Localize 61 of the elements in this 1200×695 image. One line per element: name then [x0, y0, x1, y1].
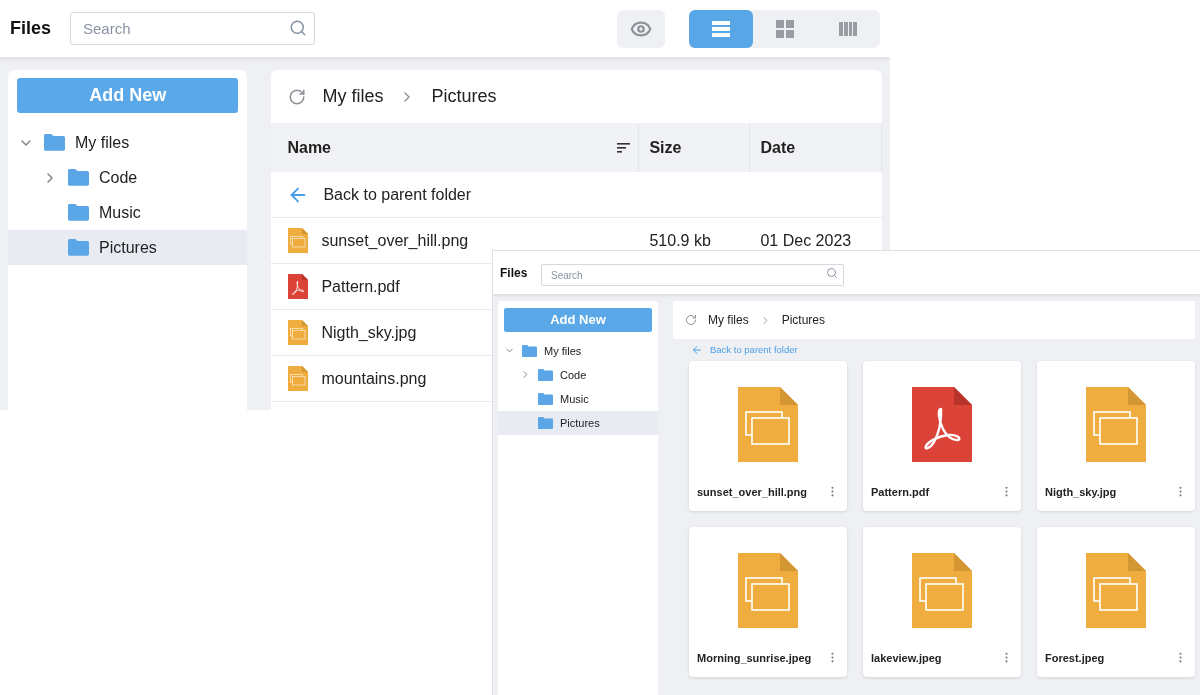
table-cell: 01 Dec 2023	[760, 231, 852, 249]
breadcrumb-item[interactable]: My files	[708, 311, 749, 329]
image-file-icon	[1086, 386, 1146, 462]
grid-view-icon	[775, 19, 794, 38]
folder-icon	[522, 344, 537, 357]
folder-icon	[538, 392, 553, 405]
app-title: Files	[10, 17, 53, 40]
file-name: Morning_sunrise.jpeg	[697, 650, 813, 666]
file-name[interactable]: mountains.png	[321, 366, 427, 391]
search-icon	[289, 19, 307, 37]
image-file-icon	[738, 552, 798, 628]
view-mode-button[interactable]	[689, 9, 753, 48]
folder-icon	[68, 239, 89, 256]
file-name: Nigth_sky.jpg	[1045, 484, 1118, 500]
pdf-file-icon	[912, 386, 972, 462]
image-file-icon	[288, 320, 309, 345]
tree-item[interactable]: Pictures	[498, 410, 658, 435]
file-card[interactable]: sunset_over_hill.png	[689, 361, 847, 511]
column-header[interactable]: Size	[649, 135, 750, 160]
image-file-icon	[288, 366, 309, 391]
refresh-icon[interactable]	[288, 87, 307, 106]
list-view-icon	[711, 20, 730, 37]
file-card[interactable]: Morning_sunrise.jpeg	[689, 527, 847, 677]
folder-icon	[44, 134, 65, 151]
folder-icon	[68, 169, 89, 186]
file-card[interactable]: Pattern.pdf	[863, 361, 1021, 511]
file-name[interactable]: Nigth_sky.jpg	[321, 320, 417, 345]
breadcrumb-item[interactable]: Pictures	[431, 83, 497, 110]
breadcrumb-item[interactable]: Pictures	[781, 311, 826, 329]
file-card[interactable]: Nigth_sky.jpg	[1037, 361, 1195, 511]
column-header[interactable]: Name	[287, 135, 618, 160]
back-arrow-icon	[691, 344, 703, 356]
file-card[interactable]: lakeview.jpeg	[863, 527, 1021, 677]
folder-icon	[538, 416, 553, 429]
file-name[interactable]: Pattern.pdf	[321, 274, 400, 299]
file-name: Forest.jpeg	[1045, 650, 1106, 666]
image-file-icon	[288, 228, 309, 253]
folder-icon	[538, 368, 553, 381]
column-header[interactable]: Date	[760, 135, 881, 160]
search-icon	[826, 266, 838, 279]
breadcrumb-item[interactable]: My files	[322, 83, 384, 110]
folder-icon	[68, 204, 89, 221]
file-card[interactable]: Forest.jpeg	[1037, 527, 1195, 677]
file-name: sunset_over_hill.png	[697, 484, 809, 500]
back-row[interactable]: Back to parent folder	[271, 172, 882, 218]
search-field[interactable]: Search	[70, 12, 315, 45]
app-title: Files	[500, 264, 529, 282]
refresh-icon[interactable]	[685, 314, 697, 326]
search-field[interactable]: Search	[541, 264, 844, 286]
tree-item[interactable]: Pictures	[8, 230, 248, 265]
image-file-icon	[738, 386, 798, 462]
image-file-icon	[1086, 552, 1146, 628]
columns-view-icon	[839, 21, 858, 36]
sort-icon[interactable]	[617, 142, 631, 153]
file-name: lakeview.jpeg	[871, 650, 943, 666]
image-file-icon	[912, 552, 972, 628]
file-name[interactable]: sunset_over_hill.png	[321, 228, 469, 253]
table-cell: 510.9 kb	[649, 231, 711, 249]
file-name: Pattern.pdf	[871, 484, 931, 500]
preview-button[interactable]	[617, 9, 665, 48]
pdf-file-icon	[288, 274, 309, 299]
